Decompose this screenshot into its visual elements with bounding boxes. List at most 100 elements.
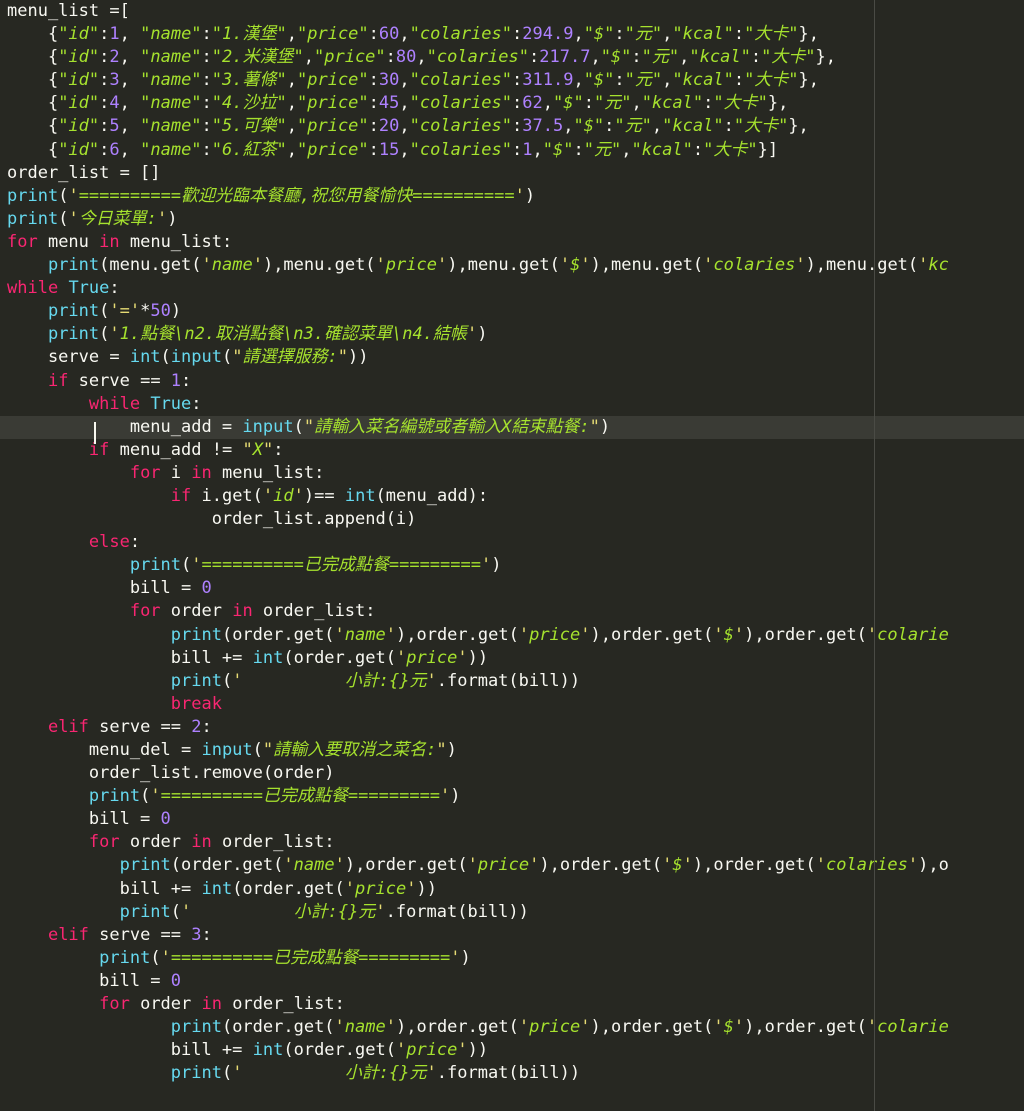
code-line[interactable]: print(' 小計:{}元'.format(bill)) — [0, 1062, 1024, 1085]
code-line[interactable]: bill += int(order.get('price')) — [0, 1039, 1024, 1062]
code-line[interactable]: order_list.append(i) — [0, 508, 1024, 531]
code-token: name — [211, 255, 253, 276]
code-token: , — [532, 139, 543, 160]
code-token: ' — [160, 947, 171, 968]
code-line[interactable]: print('==========已完成點餐=========') — [0, 554, 1024, 577]
code-token: "3.薯條" — [211, 70, 287, 91]
code-token: ) — [170, 301, 182, 322]
code-token: : — [201, 924, 212, 945]
code-token: ' — [580, 624, 591, 645]
code-line[interactable]: print(order.get('name'),order.get('price… — [0, 1016, 1024, 1039]
code-line[interactable]: for order in order_list: — [0, 831, 1024, 854]
code-line[interactable]: print(menu.get('name'),menu.get('price')… — [0, 254, 1024, 277]
code-line[interactable]: {"id":6, "name":"6.紅茶","price":15,"colar… — [0, 139, 1024, 162]
code-line[interactable]: elif serve == 3: — [0, 924, 1024, 947]
code-line[interactable]: print('==========歡迎光臨本餐廳,祝您用餐愉快=========… — [0, 185, 1024, 208]
code-line[interactable]: menu_add = input("請輸入菜名編號或者輸入X結束點餐:") — [0, 415, 1024, 439]
code-line[interactable]: if serve == 1: — [0, 370, 1024, 393]
code-line[interactable]: print('='*50) — [0, 300, 1024, 323]
code-line[interactable]: print('今日菜單:') — [0, 208, 1024, 231]
code-line[interactable]: print(order.get('name'),order.get('price… — [0, 854, 1024, 877]
code-token: ' — [252, 255, 263, 276]
code-token: ' — [907, 855, 919, 876]
code-token: : — [368, 139, 379, 160]
code-line[interactable]: bill += int(order.get('price')) — [0, 878, 1024, 901]
code-token: " — [337, 347, 348, 368]
code-line[interactable]: print('==========已完成點餐=========') — [0, 947, 1024, 970]
code-token: ' — [283, 855, 294, 876]
code-token: break — [170, 693, 222, 714]
code-line[interactable]: print(order.get('name'),order.get('price… — [0, 624, 1024, 647]
code-token: price — [529, 624, 581, 645]
code-line[interactable]: {"id":4, "name":"4.沙拉","price":45,"colar… — [0, 92, 1024, 115]
code-token: , — [399, 139, 410, 160]
code-token: (menu.get( — [99, 255, 202, 276]
code-token: (order.get( — [283, 647, 396, 668]
code-token: 37.5 — [522, 116, 564, 137]
code-token: }, — [798, 24, 820, 45]
code-line[interactable]: bill = 0 — [0, 577, 1024, 600]
code-token: "price" — [297, 139, 369, 160]
code-line[interactable]: print('1.點餐\n2.取消點餐\n3.確認菜單\n4.結帳') — [0, 323, 1024, 346]
code-line[interactable]: elif serve == 2: — [0, 716, 1024, 739]
code-token: menu_list: — [119, 231, 233, 252]
code-token: ' — [467, 855, 478, 876]
code-token: order — [160, 601, 233, 622]
code-line[interactable]: bill = 0 — [0, 808, 1024, 831]
code-editor[interactable]: menu_list =[ {"id":1, "name":"1.漢堡","pri… — [0, 0, 1024, 1111]
code-line[interactable]: order_list = [] — [0, 162, 1024, 185]
code-token: 3 — [191, 924, 202, 945]
code-token: { — [7, 139, 59, 160]
code-line[interactable]: print('==========已完成點餐=========') — [0, 785, 1024, 808]
code-line[interactable]: bill += int(order.get('price')) — [0, 647, 1024, 670]
code-token: ' — [232, 670, 243, 691]
code-line[interactable]: {"id":1, "name":"1.漢堡","price":60,"colar… — [0, 23, 1024, 46]
code-line[interactable]: serve = int(input("請選擇服務:")) — [0, 346, 1024, 369]
code-line[interactable]: menu_list =[ — [0, 0, 1024, 23]
code-line[interactable]: {"id":5, "name":"5.可樂","price":20,"colar… — [0, 115, 1024, 138]
code-token: , — [303, 47, 314, 68]
code-token: { — [7, 116, 59, 137]
code-line[interactable]: menu_del = input("請輸入要取消之菜名:") — [0, 739, 1024, 762]
code-token: , — [119, 139, 141, 160]
code-token: name — [344, 1017, 386, 1038]
code-line[interactable]: for order in order_list: — [0, 600, 1024, 623]
code-lines[interactable]: menu_list =[ {"id":1, "name":"1.漢堡","pri… — [0, 0, 1024, 1085]
code-token: ),menu.get( — [805, 255, 919, 276]
code-line[interactable]: for menu in menu_list: — [0, 231, 1024, 254]
code-token: ' — [529, 855, 540, 876]
code-line[interactable]: while True: — [0, 277, 1024, 300]
code-line[interactable]: order_list.remove(order) — [0, 762, 1024, 785]
code-token: ' — [466, 324, 478, 345]
code-token: $ — [672, 855, 683, 876]
code-token: 4 — [109, 93, 120, 114]
code-token: ' — [518, 1017, 530, 1038]
code-token: ' — [201, 255, 212, 276]
code-token: ' — [703, 255, 714, 276]
code-token: ( — [221, 1063, 233, 1084]
code-line[interactable]: else: — [0, 531, 1024, 554]
code-token: ' — [68, 208, 79, 229]
code-line[interactable]: {"id":3, "name":"3.薯條","price":30,"colar… — [0, 69, 1024, 92]
code-line[interactable]: while True: — [0, 393, 1024, 416]
code-line[interactable]: if i.get('id')== int(menu_add): — [0, 485, 1024, 508]
code-line[interactable]: for order in order_list: — [0, 993, 1024, 1016]
code-token: ),order.get( — [590, 1017, 714, 1038]
code-line[interactable]: print(' 小計:{}元'.format(bill)) — [0, 901, 1024, 924]
code-line[interactable]: for i in menu_list: — [0, 462, 1024, 485]
code-line[interactable]: print(' 小計:{}元'.format(bill)) — [0, 670, 1024, 693]
code-token: ( — [221, 670, 233, 691]
code-token: : — [191, 393, 202, 414]
code-line[interactable]: bill = 0 — [0, 970, 1024, 993]
code-token: menu_list =[ — [7, 1, 130, 21]
code-token: : — [733, 70, 745, 91]
code-token: ' — [480, 555, 492, 576]
code-line[interactable]: {"id":2, "name":"2.米漢堡","price":80,"cola… — [0, 46, 1024, 69]
code-token: 2 — [191, 716, 202, 737]
code-line[interactable]: if menu_add != "X": — [0, 439, 1024, 462]
code-line[interactable]: break — [0, 693, 1024, 716]
